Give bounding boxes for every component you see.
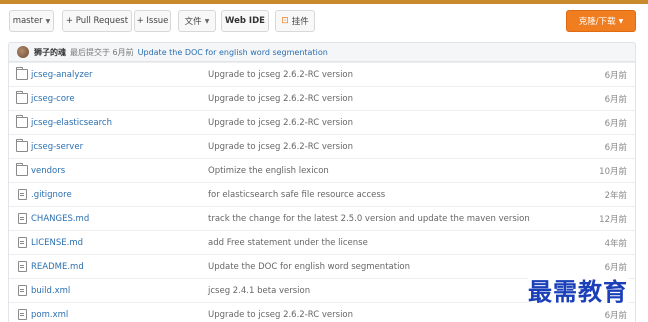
- file-name[interactable]: build.xml: [31, 286, 70, 296]
- files-menu-button[interactable]: 文件 ▼: [178, 10, 216, 32]
- folder-icon: [16, 139, 28, 152]
- file-name[interactable]: .gitignore: [31, 190, 72, 200]
- pull-request-label: + Pull Request: [65, 16, 129, 26]
- commit-age: 4年前: [604, 238, 627, 249]
- commit-message[interactable]: Update the DOC for english word segmenta…: [138, 48, 328, 57]
- file-name[interactable]: jcseg-core: [31, 94, 75, 104]
- web-ide-button[interactable]: Web IDE: [221, 10, 269, 32]
- table-row[interactable]: .gitignore for elasticsearch safe file r…: [9, 182, 635, 206]
- table-row[interactable]: CHANGES.md track the change for the late…: [9, 206, 635, 230]
- commit-message[interactable]: Update the DOC for english word segmenta…: [208, 262, 410, 272]
- table-row[interactable]: jcseg-server Upgrade to jcseg 2.6.2-RC v…: [9, 134, 635, 158]
- commit-message[interactable]: add Free statement under the license: [208, 238, 368, 248]
- table-row[interactable]: jcseg-elasticsearch Upgrade to jcseg 2.6…: [9, 110, 635, 134]
- file-name[interactable]: CHANGES.md: [31, 214, 89, 224]
- commit-age: 6月前: [604, 94, 627, 105]
- watermark: 最需教育: [528, 272, 628, 307]
- issue-button[interactable]: + Issue: [134, 10, 171, 32]
- pull-request-button[interactable]: + Pull Request: [62, 10, 132, 32]
- latest-commit-bar: 狮子的魂 最后提交于 6月前 Update the DOC for englis…: [8, 42, 636, 62]
- commit-age: 6月前: [604, 262, 627, 273]
- commit-age: 12月前: [599, 214, 627, 225]
- commit-age: 6月前: [604, 310, 627, 321]
- commit-message[interactable]: Upgrade to jcseg 2.6.2-RC version: [208, 142, 353, 152]
- commit-message[interactable]: Optimize the english lexicon: [208, 166, 329, 176]
- commit-message[interactable]: for elasticsearch safe file resource acc…: [208, 190, 385, 200]
- issue-label: + Issue: [136, 16, 169, 26]
- commit-author[interactable]: 狮子的魂: [34, 47, 66, 58]
- file-icon: [18, 309, 27, 320]
- folder-icon: [16, 91, 28, 104]
- table-row[interactable]: jcseg-core Upgrade to jcseg 2.6.2-RC ver…: [9, 86, 635, 110]
- commit-message[interactable]: Upgrade to jcseg 2.6.2-RC version: [208, 70, 353, 80]
- file-icon: [18, 213, 27, 224]
- commit-message[interactable]: track the change for the latest 2.5.0 ve…: [208, 214, 530, 224]
- commit-message[interactable]: Upgrade to jcseg 2.6.2-RC version: [208, 118, 353, 128]
- file-name[interactable]: jcseg-server: [31, 142, 83, 152]
- table-row[interactable]: vendors Optimize the english lexicon 10月…: [9, 158, 635, 182]
- commit-age: 2年前: [604, 190, 627, 201]
- clone-download-button[interactable]: 克隆/下载 ▼: [566, 10, 636, 32]
- commit-message[interactable]: jcseg 2.4.1 beta version: [208, 286, 310, 296]
- commit-message[interactable]: Upgrade to jcseg 2.6.2-RC version: [208, 94, 353, 104]
- repo-toolbar: master ▼ + Pull Request + Issue 文件 ▼ Web…: [0, 10, 648, 34]
- widget-button[interactable]: ⊡ 挂件: [275, 10, 315, 32]
- commit-meta: 最后提交于 6月前: [70, 47, 134, 57]
- clone-download-label: 克隆/下载: [578, 17, 616, 27]
- commit-message[interactable]: Upgrade to jcseg 2.6.2-RC version: [208, 310, 353, 320]
- file-icon: [18, 189, 27, 200]
- file-icon: [18, 285, 27, 296]
- chevron-down-icon: ▼: [618, 17, 624, 25]
- file-name[interactable]: LICENSE.md: [31, 238, 83, 248]
- commit-age: 6月前: [604, 118, 627, 129]
- files-label: 文件: [184, 17, 202, 27]
- file-name[interactable]: pom.xml: [31, 310, 68, 320]
- top-color-strip: [0, 0, 648, 4]
- chevron-down-icon: ▼: [204, 17, 210, 25]
- table-row[interactable]: LICENSE.md add Free statement under the …: [9, 230, 635, 254]
- widget-label: 挂件: [291, 17, 309, 27]
- branch-label: master: [12, 16, 43, 26]
- folder-icon: [16, 163, 28, 176]
- folder-icon: [16, 115, 28, 128]
- web-ide-label: Web IDE: [225, 16, 265, 26]
- commit-age: 6月前: [604, 142, 627, 153]
- commit-age: 6月前: [604, 70, 627, 81]
- file-icon: [18, 237, 27, 248]
- file-icon: [18, 261, 27, 272]
- file-name[interactable]: jcseg-elasticsearch: [31, 118, 112, 128]
- chevron-down-icon: ▼: [45, 17, 51, 25]
- branch-select[interactable]: master ▼: [9, 10, 54, 32]
- file-name[interactable]: vendors: [31, 166, 65, 176]
- avatar: [17, 46, 29, 58]
- file-name[interactable]: jcseg-analyzer: [31, 70, 93, 80]
- widget-icon: ⊡: [281, 16, 289, 26]
- table-row[interactable]: jcseg-analyzer Upgrade to jcseg 2.6.2-RC…: [9, 62, 635, 86]
- folder-icon: [16, 67, 28, 80]
- commit-age: 10月前: [599, 166, 627, 177]
- file-name[interactable]: README.md: [31, 262, 84, 272]
